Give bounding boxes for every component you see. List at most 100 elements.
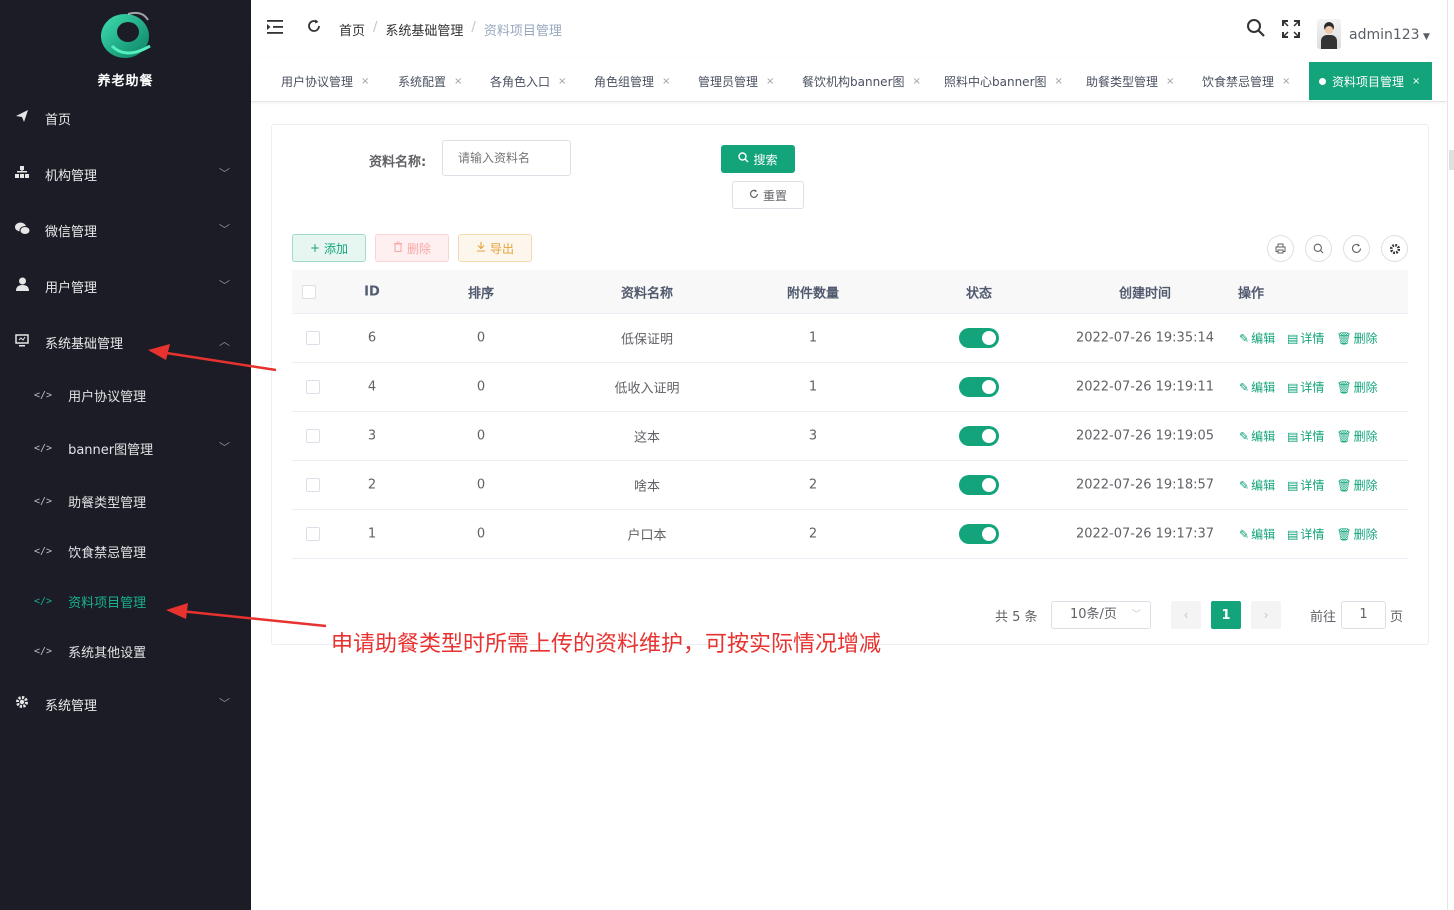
sidebar-item-system[interactable]: 系统管理 ﹀	[0, 684, 251, 724]
tab-label: 角色组管理	[594, 74, 655, 89]
tab-restaurant-banner[interactable]: 餐饮机构banner图 ×	[802, 62, 921, 100]
sidebar-subitem-material-items[interactable]: </> 资料项目管理	[0, 581, 251, 621]
detail-link[interactable]: ▤ 详情	[1287, 379, 1324, 396]
close-icon[interactable]: ×	[361, 76, 369, 87]
next-page-button[interactable]: ›	[1251, 601, 1281, 629]
username[interactable]: admin123	[1349, 27, 1420, 43]
sidebar-subitem-meal-type[interactable]: </> 助餐类型管理	[0, 481, 251, 521]
search-toggle-icon[interactable]	[1305, 235, 1332, 262]
column-header-sort[interactable]: 排序	[446, 282, 516, 301]
close-icon[interactable]: ×	[662, 76, 670, 87]
search-icon[interactable]	[1246, 18, 1266, 38]
tab-diet-taboo[interactable]: 饮食禁忌管理 ×	[1202, 62, 1290, 100]
detail-link[interactable]: ▤ 详情	[1287, 428, 1324, 445]
caret-down-icon[interactable]: ▼	[1423, 32, 1430, 42]
breadcrumb-current: 资料项目管理	[483, 24, 562, 39]
tab-role-entry[interactable]: 各角色入口 ×	[490, 62, 566, 100]
column-header-name[interactable]: 资料名称	[582, 282, 712, 301]
reset-button[interactable]: 重置	[732, 181, 804, 209]
status-toggle[interactable]	[959, 377, 999, 397]
row-checkbox[interactable]	[306, 527, 320, 541]
row-checkbox[interactable]	[306, 429, 320, 443]
edit-label: 编辑	[1251, 380, 1276, 395]
close-icon[interactable]: ×	[558, 76, 566, 87]
delete-label: 删除	[1353, 478, 1378, 493]
edit-link[interactable]: ✎ 编辑	[1239, 477, 1275, 494]
status-toggle[interactable]	[959, 524, 999, 544]
delete-link[interactable]: 🗑 删除	[1336, 379, 1377, 396]
add-button[interactable]: + 添加	[292, 234, 366, 262]
tab-care-center-banner[interactable]: 照料中心banner图 ×	[944, 62, 1063, 100]
status-toggle[interactable]	[959, 426, 999, 446]
status-toggle[interactable]	[959, 475, 999, 495]
select-all-checkbox[interactable]	[302, 284, 316, 299]
detail-link[interactable]: ▤ 详情	[1287, 477, 1324, 494]
page-number-current[interactable]: 1	[1211, 601, 1241, 629]
delete-button[interactable]: 删除	[375, 234, 449, 262]
sidebar-subitem-banner[interactable]: </> banner图管理 ﹀	[0, 428, 251, 468]
column-header-attachments[interactable]: 附件数量	[763, 282, 863, 301]
row-checkbox[interactable]	[306, 380, 320, 394]
sidebar-item-home[interactable]: 首页	[0, 98, 251, 138]
detail-link[interactable]: ▤ 详情	[1287, 330, 1324, 347]
chevron-down-icon: ﹀	[219, 167, 230, 180]
close-icon[interactable]: ×	[766, 76, 774, 87]
sidebar-subitem-other-settings[interactable]: </> 系统其他设置	[0, 631, 251, 671]
tab-meal-type[interactable]: 助餐类型管理 ×	[1086, 62, 1174, 100]
column-header-status[interactable]: 状态	[929, 282, 1029, 301]
row-checkbox[interactable]	[306, 331, 320, 345]
close-icon[interactable]: ×	[1166, 76, 1174, 87]
edit-link[interactable]: ✎ 编辑	[1239, 330, 1275, 347]
avatar[interactable]	[1317, 19, 1341, 49]
code-icon: </>	[34, 545, 53, 557]
status-toggle[interactable]	[959, 328, 999, 348]
tab-admin[interactable]: 管理员管理 ×	[698, 62, 774, 100]
refresh-icon[interactable]	[306, 18, 322, 38]
search-input[interactable]	[442, 140, 571, 176]
edit-link[interactable]: ✎ 编辑	[1239, 428, 1275, 445]
close-icon[interactable]: ×	[1412, 76, 1420, 87]
tab-role-group[interactable]: 角色组管理 ×	[594, 62, 670, 100]
tab-system-config[interactable]: 系统配置 ×	[398, 62, 462, 100]
sidebar-subitem-diet-taboo[interactable]: </> 饮食禁忌管理	[0, 531, 251, 571]
delete-link[interactable]: 🗑 删除	[1336, 477, 1377, 494]
row-checkbox[interactable]	[306, 478, 320, 492]
search-button[interactable]: 搜索	[721, 145, 795, 173]
monitor-icon	[14, 333, 30, 351]
column-header-id[interactable]: ID	[337, 284, 407, 299]
edit-link[interactable]: ✎ 编辑	[1239, 526, 1275, 543]
sidebar-item-wechat[interactable]: 微信管理 ﹀	[0, 210, 251, 250]
column-header-created[interactable]: 创建时间	[1065, 282, 1225, 301]
scrollbar-thumb[interactable]	[1449, 150, 1454, 170]
tab-user-agreement[interactable]: 用户协议管理 ×	[281, 62, 369, 100]
page-size-select[interactable]: 10条/页 ﹀	[1051, 601, 1151, 629]
edit-link[interactable]: ✎ 编辑	[1239, 379, 1275, 396]
prev-page-button[interactable]: ‹	[1171, 601, 1201, 629]
detail-link[interactable]: ▤ 详情	[1287, 526, 1324, 543]
refresh-icon[interactable]	[1343, 235, 1370, 262]
gear-icon[interactable]	[1381, 235, 1408, 262]
export-button[interactable]: 导出	[458, 234, 532, 262]
delete-link[interactable]: 🗑 删除	[1336, 526, 1377, 543]
cell-created: 2022-07-26 19:17:37	[1075, 526, 1215, 542]
close-icon[interactable]: ×	[913, 76, 921, 87]
sidebar-item-institution[interactable]: 机构管理 ﹀	[0, 154, 251, 194]
delete-link[interactable]: 🗑 删除	[1336, 428, 1377, 445]
goto-page-input[interactable]: 1	[1341, 601, 1386, 629]
close-icon[interactable]: ×	[1055, 76, 1063, 87]
menu-fold-icon[interactable]	[267, 19, 285, 35]
tab-material-items[interactable]: 资料项目管理 ×	[1309, 62, 1433, 100]
breadcrumb-home[interactable]: 首页	[339, 20, 365, 39]
sidebar-subitem-user-agreement[interactable]: </> 用户协议管理	[0, 375, 251, 415]
close-icon[interactable]: ×	[1282, 76, 1290, 87]
fullscreen-icon[interactable]	[1281, 19, 1301, 39]
delete-link[interactable]: 🗑 删除	[1336, 330, 1377, 347]
cell-id: 1	[367, 526, 377, 542]
sidebar-item-users[interactable]: 用户管理 ﹀	[0, 266, 251, 306]
app-logo[interactable]: 养老助餐	[0, 6, 251, 92]
page-scrollbar[interactable]	[1447, 0, 1454, 910]
print-icon[interactable]	[1267, 235, 1294, 262]
breadcrumb-system-basic[interactable]: 系统基础管理	[385, 20, 463, 39]
sidebar-item-system-basic[interactable]: 系统基础管理 ︿	[0, 322, 251, 362]
close-icon[interactable]: ×	[454, 76, 462, 87]
